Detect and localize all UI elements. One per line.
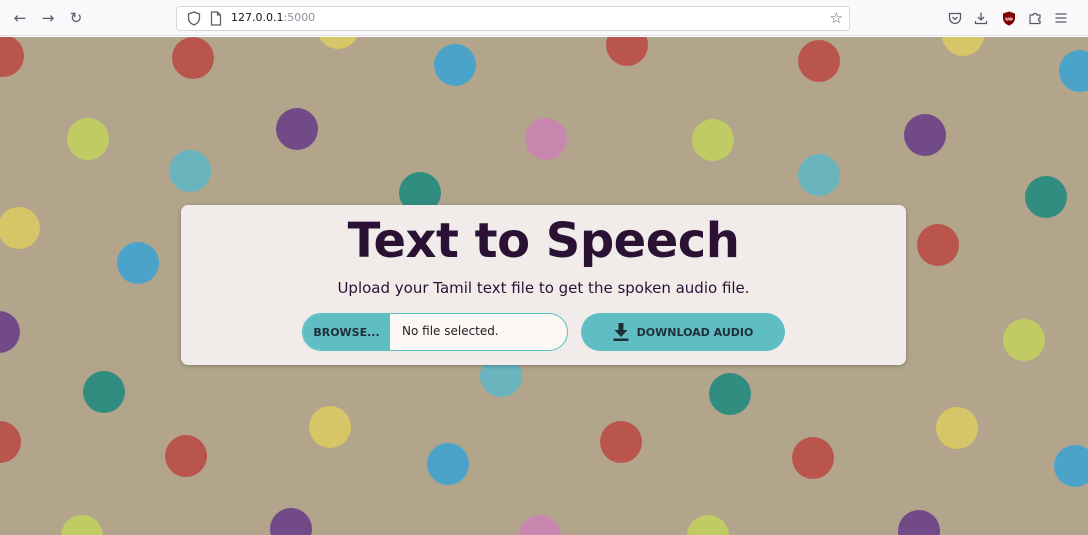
polka-dot <box>525 118 567 160</box>
browse-button[interactable]: BROWSE... <box>303 314 390 350</box>
url-host: 127.0.0.1 <box>231 11 284 24</box>
polka-dot <box>917 224 959 266</box>
svg-text:uo: uo <box>1005 16 1013 22</box>
polka-dot <box>434 44 476 86</box>
address-bar[interactable]: 127.0.0.1:5000 ☆ <box>176 6 850 31</box>
page-background: Text to Speech Upload your Tamil text fi… <box>0 37 1088 535</box>
polka-dot <box>692 119 734 161</box>
pocket-icon[interactable] <box>946 9 964 27</box>
file-status-text: No file selected. <box>402 324 499 338</box>
polka-dot <box>936 407 978 449</box>
back-arrow-icon[interactable]: ← <box>10 8 30 28</box>
polka-dot <box>0 421 21 463</box>
menu-icon[interactable] <box>1052 9 1070 27</box>
extensions-icon[interactable] <box>1026 9 1044 27</box>
file-upload-input[interactable]: BROWSE... No file selected. <box>302 313 568 351</box>
url-port: :5000 <box>283 11 316 24</box>
page-icon <box>210 11 222 26</box>
tracking-shield-icon[interactable] <box>187 11 201 26</box>
polka-dot <box>169 150 211 192</box>
forward-arrow-icon[interactable]: → <box>38 8 58 28</box>
polka-dot <box>600 421 642 463</box>
polka-dot <box>0 37 24 77</box>
download-icon <box>613 323 629 341</box>
page-title: Text to Speech <box>347 213 740 269</box>
polka-dot <box>687 515 729 535</box>
download-audio-button[interactable]: DOWNLOAD AUDIO <box>581 313 785 351</box>
polka-dot <box>898 510 940 535</box>
polka-dot <box>1054 445 1088 487</box>
polka-dot <box>61 515 103 535</box>
polka-dot <box>792 437 834 479</box>
polka-dot <box>67 118 109 160</box>
polka-dot <box>309 406 351 448</box>
ublock-extension-icon[interactable]: uo <box>1000 9 1018 27</box>
reload-icon[interactable]: ↻ <box>66 8 86 28</box>
polka-dot <box>942 37 984 56</box>
polka-dot <box>519 515 561 535</box>
browser-toolbar: ← → ↻ 127.0.0.1:5000 ☆ uo <box>0 0 1088 36</box>
polka-dot <box>165 435 207 477</box>
polka-dot <box>1003 319 1045 361</box>
polka-dot <box>117 242 159 284</box>
polka-dot <box>798 40 840 82</box>
polka-dot <box>904 114 946 156</box>
tts-card: Text to Speech Upload your Tamil text fi… <box>181 205 906 365</box>
url-text[interactable]: 127.0.0.1:5000 <box>231 11 315 24</box>
polka-dot <box>317 37 359 49</box>
polka-dot <box>0 311 20 353</box>
bookmark-star-icon[interactable]: ☆ <box>830 9 843 27</box>
polka-dot <box>83 371 125 413</box>
polka-dot <box>1059 50 1088 92</box>
polka-dot <box>709 373 751 415</box>
polka-dot <box>606 37 648 66</box>
polka-dot <box>1025 176 1067 218</box>
polka-dot <box>798 154 840 196</box>
polka-dot <box>427 443 469 485</box>
polka-dot <box>0 207 40 249</box>
polka-dot <box>172 37 214 79</box>
download-audio-label: DOWNLOAD AUDIO <box>636 325 754 339</box>
polka-dot <box>276 108 318 150</box>
polka-dot <box>270 508 312 535</box>
downloads-icon[interactable] <box>972 9 990 27</box>
page-subtitle: Upload your Tamil text file to get the s… <box>337 279 750 297</box>
